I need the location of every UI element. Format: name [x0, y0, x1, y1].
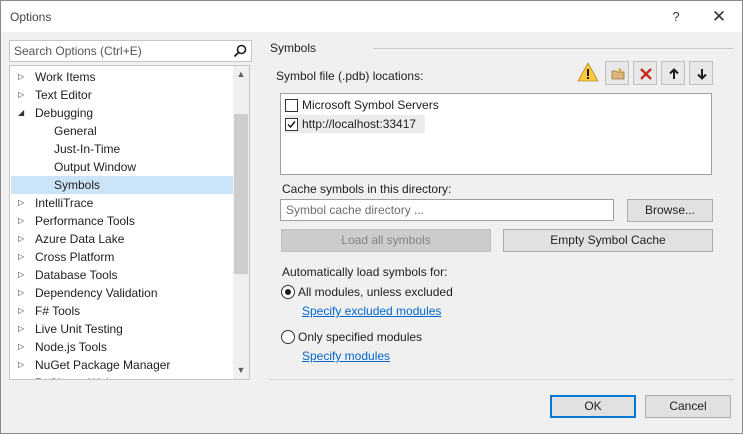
load-all-symbols-button[interactable]: Load all symbols: [281, 229, 491, 252]
arrow-up-icon: [669, 68, 679, 79]
options-tree: ▷ Work Items ▷ Text Editor ◢ Debugging General…: [9, 65, 250, 380]
location-label: Microsoft Symbol Servers: [302, 98, 439, 112]
section-title: Symbols: [270, 41, 317, 55]
tree-item-label: Work Items: [35, 70, 96, 84]
section-divider: [373, 48, 733, 49]
symbol-locations-list: Microsoft Symbol Servers http://localhos…: [280, 93, 712, 175]
browse-button[interactable]: Browse...: [627, 199, 713, 222]
radio-selected-dot: [285, 289, 291, 295]
delete-icon: [640, 68, 652, 80]
tree-item[interactable]: ▷ Text Editor: [11, 86, 233, 104]
collapsed-arrow-icon[interactable]: ▷: [18, 374, 28, 379]
tree-item[interactable]: ▷ Dependency Validation: [11, 284, 233, 302]
tree-item-label: Just-In-Time: [54, 142, 121, 156]
collapsed-arrow-icon[interactable]: ▷: [18, 194, 28, 212]
tree-item[interactable]: ▷ Node.js Tools: [11, 338, 233, 356]
collapsed-arrow-icon[interactable]: ▷: [18, 86, 28, 104]
tree-item-label: Dependency Validation: [35, 286, 158, 300]
tree-item[interactable]: General: [11, 122, 233, 140]
locations-label: Symbol file (.pdb) locations:: [276, 69, 424, 83]
auto-load-label: Automatically load symbols for:: [282, 265, 448, 279]
specify-excluded-modules-link[interactable]: Specify excluded modules: [302, 304, 441, 318]
tree-scrollbar[interactable]: ▲ ▼: [233, 66, 249, 379]
tree-item-label: Live Unit Testing: [35, 322, 123, 336]
footer-divider: [269, 379, 734, 380]
scroll-down-arrow-icon[interactable]: ▼: [233, 362, 249, 379]
tree-item[interactable]: ▷ NuGet Package Manager: [11, 356, 233, 374]
tree-item-label: Debugging: [35, 106, 94, 120]
tree-item-label: General: [54, 124, 97, 138]
collapsed-arrow-icon[interactable]: ▷: [18, 302, 28, 320]
title-bar: Options ? ✕: [1, 1, 742, 32]
tree-item[interactable]: ▷ PyCharm Web: [11, 374, 233, 379]
add-location-button[interactable]: [605, 61, 629, 85]
ok-button[interactable]: OK: [550, 395, 636, 418]
scroll-thumb[interactable]: [234, 114, 248, 274]
collapsed-arrow-icon[interactable]: ▷: [18, 356, 28, 374]
tree-item-label: Text Editor: [35, 88, 92, 102]
tree-item-label: Output Window: [54, 160, 137, 174]
tree-item[interactable]: ▷ Cross Platform: [11, 248, 233, 266]
search-icon[interactable]: [233, 44, 247, 58]
cache-directory-label: Cache symbols in this directory:: [282, 182, 452, 196]
collapsed-arrow-icon[interactable]: ▷: [18, 338, 28, 356]
collapsed-arrow-icon[interactable]: ▷: [18, 230, 28, 248]
search-box: [9, 40, 252, 62]
tree-item[interactable]: ◢ Debugging: [11, 104, 233, 122]
tree-item[interactable]: ▷ IntelliTrace: [11, 194, 233, 212]
location-item[interactable]: Microsoft Symbol Servers: [285, 96, 705, 114]
tree-item-label: Cross Platform: [35, 250, 115, 264]
only-specified-modules-radio[interactable]: [281, 330, 295, 344]
collapsed-arrow-icon[interactable]: ▷: [18, 68, 28, 86]
arrow-down-icon: [697, 69, 707, 80]
tree-item[interactable]: ▷ F# Tools: [11, 302, 233, 320]
new-folder-icon: [611, 67, 625, 80]
collapsed-arrow-icon[interactable]: ▷: [18, 266, 28, 284]
all-modules-label[interactable]: All modules, unless excluded: [298, 285, 453, 299]
tree-item[interactable]: Symbols: [11, 176, 233, 194]
tree-item[interactable]: ▷ Performance Tools: [11, 212, 233, 230]
tree-item[interactable]: Output Window: [11, 158, 233, 176]
tree-item-label: Symbols: [54, 178, 101, 192]
remove-location-button[interactable]: [633, 61, 657, 85]
specify-modules-link[interactable]: Specify modules: [302, 349, 390, 363]
tree-item-label: Node.js Tools: [35, 340, 107, 354]
tree-item-label: Azure Data Lake: [35, 232, 125, 246]
move-down-button[interactable]: [689, 61, 713, 85]
collapsed-arrow-icon[interactable]: ▷: [18, 212, 28, 230]
collapsed-arrow-icon[interactable]: ▷: [18, 284, 28, 302]
tree-item[interactable]: ▷ Work Items: [11, 68, 233, 86]
cache-directory-input[interactable]: [280, 199, 614, 221]
cancel-button[interactable]: Cancel: [645, 395, 731, 418]
tree-item[interactable]: ▷ Database Tools: [11, 266, 233, 284]
location-checkbox[interactable]: [285, 99, 298, 112]
location-label: http://localhost:33417: [302, 117, 417, 131]
tree-item[interactable]: ▷ Azure Data Lake: [11, 230, 233, 248]
tree-item-label: IntelliTrace: [35, 196, 94, 210]
close-button[interactable]: ✕: [707, 6, 731, 28]
location-checkbox[interactable]: [285, 118, 298, 131]
help-button[interactable]: ?: [665, 6, 687, 28]
move-up-button[interactable]: [661, 61, 685, 85]
all-modules-radio[interactable]: [281, 285, 295, 299]
tree-item-label: Database Tools: [35, 268, 118, 282]
window-title: Options: [10, 10, 52, 24]
search-input[interactable]: [10, 41, 229, 61]
checkmark-icon: [287, 121, 296, 129]
location-item[interactable]: http://localhost:33417: [285, 115, 425, 133]
warning-icon: [577, 62, 599, 82]
tree-item-label: PyCharm Web: [35, 374, 113, 379]
scroll-up-arrow-icon[interactable]: ▲: [233, 66, 249, 83]
empty-symbol-cache-button[interactable]: Empty Symbol Cache: [503, 229, 713, 252]
tree-item-label: F# Tools: [35, 304, 81, 318]
tree-item[interactable]: ▷ Live Unit Testing: [11, 320, 233, 338]
tree-item[interactable]: Just-In-Time: [11, 140, 233, 158]
tree-item-label: NuGet Package Manager: [35, 358, 171, 372]
tree-item-label: Performance Tools: [35, 214, 135, 228]
collapsed-arrow-icon[interactable]: ▷: [18, 320, 28, 338]
collapsed-arrow-icon[interactable]: ▷: [18, 248, 28, 266]
only-specified-modules-label[interactable]: Only specified modules: [298, 330, 422, 344]
options-dialog: Options ? ✕ ▷ Work Items ▷ Text Editor ◢ Debu…: [0, 0, 743, 434]
expanded-arrow-icon[interactable]: ◢: [18, 104, 28, 122]
